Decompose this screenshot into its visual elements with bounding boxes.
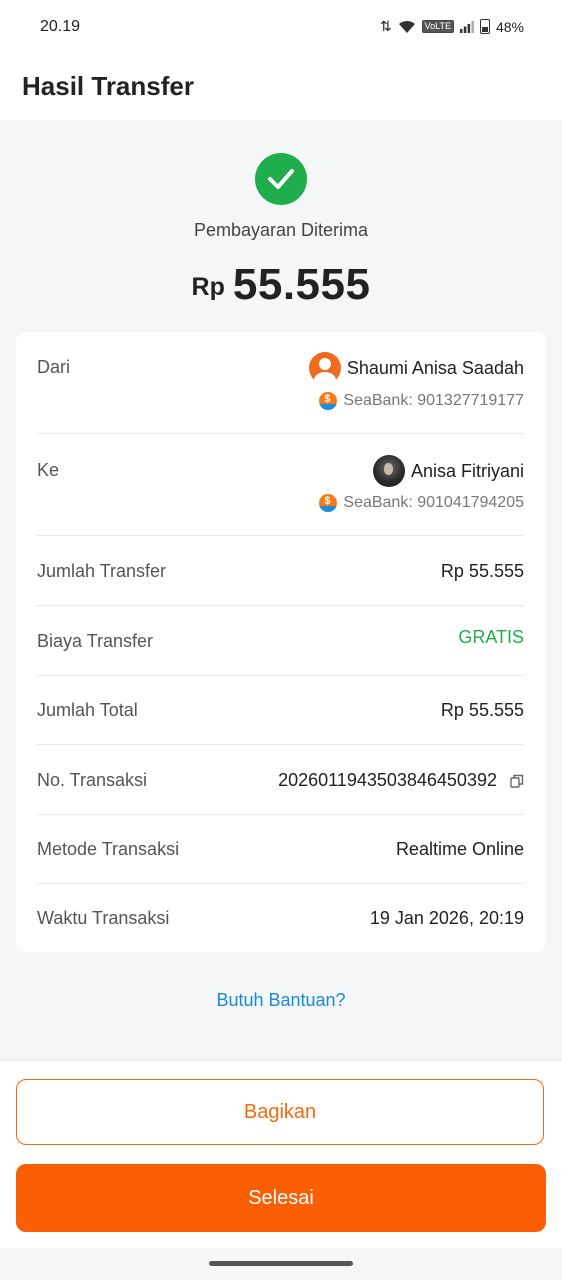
sender-bank-account: SeaBank: 901327719177 (343, 392, 524, 409)
sender-name: Shaumi Anisa Saadah (346, 357, 524, 378)
detail-row-transaction-id: No. Transaksi 20260119435038464503​92 (37, 745, 524, 815)
status-icons: ⇅ VoLTE 48% (380, 18, 524, 35)
detail-row-transfer-amount: Jumlah Transfer Rp 55.555 (37, 536, 524, 606)
to-label: Ke (37, 460, 60, 480)
volte-badge: VoLTE (421, 20, 454, 33)
action-panel: Bagikan Selesai (0, 1060, 562, 1249)
transfer-amount-label: Jumlah Transfer (37, 561, 167, 581)
wifi-icon (398, 20, 415, 33)
signal-icon (459, 20, 474, 33)
transaction-id[interactable]: 20260119435038464503​92 (278, 770, 524, 791)
transfer-details-card: Dari Shaumi Anisa Saadah SeaBank: 901327… (16, 332, 546, 952)
method-value: Realtime Online (395, 839, 524, 859)
detail-row-time: Waktu Transaksi 19 Jan 2026, 20:19 (37, 884, 524, 952)
done-button[interactable]: Selesai (16, 1164, 546, 1232)
transaction-id-label: No. Transaksi (37, 770, 148, 790)
recipient: Anisa Fitriyani (372, 455, 524, 487)
transfer-fee-value: GRATIS (458, 627, 524, 647)
seabank-icon (319, 392, 338, 410)
check-icon (255, 153, 307, 205)
sender: Shaumi Anisa Saadah (308, 352, 524, 384)
from-row: Dari Shaumi Anisa Saadah SeaBank: 901327… (37, 332, 524, 434)
battery-icon (479, 19, 490, 34)
amount-display: Rp 55.555 (0, 260, 562, 310)
total-label: Jumlah Total (37, 700, 138, 720)
detail-row-total: Jumlah Total Rp 55.555 (37, 676, 524, 745)
time-value: 19 Jan 2026, 20:19 (369, 908, 524, 928)
total-value: Rp 55.555 (440, 700, 524, 720)
copy-icon[interactable] (510, 774, 524, 788)
data-arrows-icon: ⇅ (379, 18, 392, 34)
battery-level: 48% (495, 18, 524, 35)
amount-value: 55.555 (232, 260, 371, 309)
sender-bank: SeaBank: 901327719177 (319, 392, 524, 410)
share-button[interactable]: Bagikan (16, 1079, 544, 1145)
home-indicator[interactable] (209, 1261, 353, 1266)
amount-currency: Rp (191, 273, 225, 301)
from-label: Dari (37, 357, 71, 377)
recipient-avatar (372, 455, 405, 487)
detail-row-transfer-fee: Biaya Transfer GRATIS (37, 606, 524, 676)
method-label: Metode Transaksi (37, 839, 180, 859)
seabank-icon (319, 494, 338, 512)
help-link[interactable]: Butuh Bantuan? (0, 990, 562, 1011)
transfer-fee-label: Biaya Transfer (37, 631, 154, 651)
sender-avatar (308, 352, 341, 384)
recipient-bank: SeaBank: 901041794205 (319, 494, 524, 512)
time-label: Waktu Transaksi (37, 908, 170, 928)
page-title: Hasil Transfer (22, 71, 194, 101)
status-bar: 20.19 ⇅ VoLTE 48% (0, 0, 562, 56)
to-row: Ke Anisa Fitriyani SeaBank: 901041794205 (37, 434, 524, 536)
transfer-amount-value: Rp 55.555 (440, 561, 524, 581)
transaction-id-value: 20260119435038464503​92 (278, 770, 497, 790)
payment-status: Pembayaran Diterima (193, 220, 369, 240)
detail-row-method: Metode Transaksi Realtime Online (37, 815, 524, 884)
recipient-bank-account: SeaBank: 901041794205 (343, 494, 524, 511)
status-time: 20.19 (40, 18, 81, 35)
app-header: Hasil Transfer (0, 56, 562, 120)
recipient-name: Anisa Fitriyani (410, 460, 524, 481)
